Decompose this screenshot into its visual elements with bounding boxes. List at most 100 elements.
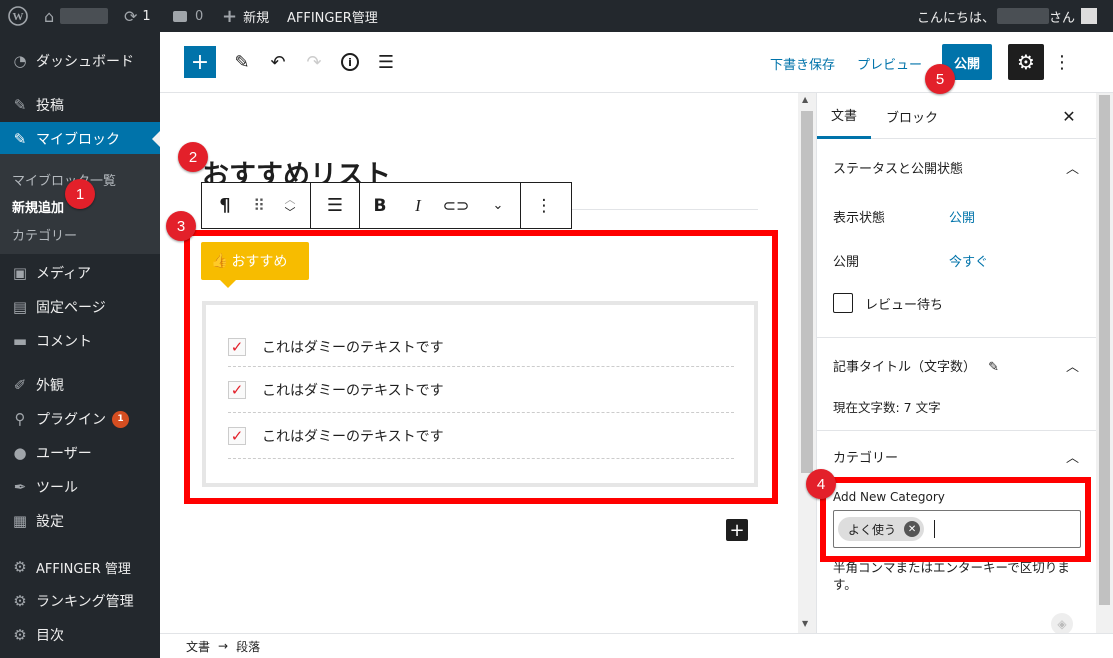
tools-button[interactable]: ✎ bbox=[226, 46, 258, 78]
drag-handle[interactable]: ⠿ bbox=[248, 196, 270, 215]
user-icon: ● bbox=[13, 444, 27, 462]
scroll-down-arrow[interactable]: ▼ bbox=[802, 619, 808, 628]
breadcrumb-arrow: → bbox=[218, 639, 229, 653]
comment-icon: ▬ bbox=[12, 332, 28, 350]
wordpress-logo-icon[interactable]: W bbox=[8, 0, 28, 32]
settings-toggle-button[interactable]: ⚙ bbox=[1008, 44, 1044, 80]
editor-toolbar: + ✎ ↶ ↷ i ☰ 下書き保存 プレビュー 公開 ⚙ ⋮ bbox=[160, 32, 1113, 93]
chevron-up-icon: ︿ bbox=[1065, 450, 1079, 466]
menu-label: ランキング管理 bbox=[36, 594, 134, 610]
menu-appearance[interactable]: ✐ 外観 bbox=[0, 368, 160, 402]
menu-label: 外観 bbox=[36, 378, 64, 394]
category-help-text: 半角コンマまたはエンターキーで区切ります。 bbox=[833, 560, 1070, 592]
plus-icon: + bbox=[729, 519, 745, 541]
updates-icon: ⟳ bbox=[124, 6, 138, 26]
dashboard-icon: ◔ bbox=[13, 52, 27, 70]
outline-button[interactable]: ☰ bbox=[370, 46, 402, 78]
more-formats-button[interactable]: ⌄ bbox=[476, 198, 520, 213]
redo-button[interactable]: ↷ bbox=[298, 46, 330, 78]
chevron-up-icon: ︿ bbox=[1065, 359, 1079, 375]
submenu-myblock-list[interactable]: マイブロック一覧 bbox=[12, 170, 116, 189]
menu-pages[interactable]: ▤ 固定ページ bbox=[0, 290, 160, 324]
menu-comments[interactable]: ▬ コメント bbox=[0, 324, 160, 358]
visibility-value-link[interactable]: 公開 bbox=[949, 207, 975, 226]
media-icon: ▣ bbox=[12, 264, 28, 282]
editor-scrollbar[interactable]: ▲ ▼ bbox=[798, 93, 816, 633]
pin-icon: ✎ bbox=[13, 130, 27, 148]
status-panel-toggle[interactable]: ステータスと公開状態 ︿ bbox=[817, 139, 1096, 195]
breadcrumb-paragraph[interactable]: 段落 bbox=[236, 638, 260, 655]
breadcrumb-document[interactable]: 文書 bbox=[186, 638, 210, 655]
category-panel-title: カテゴリー bbox=[833, 450, 899, 466]
undo-button[interactable]: ↶ bbox=[262, 46, 294, 78]
menu-toc[interactable]: ⚙ 目次 bbox=[0, 618, 160, 652]
close-settings-button[interactable]: ✕ bbox=[1057, 104, 1081, 128]
pending-review-row[interactable]: レビュー待ち bbox=[833, 293, 943, 313]
menu-ranking[interactable]: ⚙ ランキング管理 bbox=[0, 584, 160, 618]
italic-icon: I bbox=[415, 195, 421, 215]
menu-plugins[interactable]: ⚲ プラグイン 1 bbox=[0, 402, 160, 436]
scrollbar-thumb[interactable] bbox=[1099, 95, 1110, 605]
italic-button[interactable]: I bbox=[400, 196, 436, 216]
details-button[interactable]: i bbox=[334, 46, 366, 78]
menu-dashboard[interactable]: ◔ ダッシュボード bbox=[0, 44, 160, 78]
affinger-admin-link[interactable]: AFFINGER管理 bbox=[287, 0, 378, 32]
bold-button[interactable]: B bbox=[360, 196, 400, 216]
add-block-button[interactable]: + bbox=[184, 46, 216, 78]
menu-posts[interactable]: ✎ 投稿 bbox=[0, 88, 160, 122]
pending-review-checkbox[interactable] bbox=[833, 293, 853, 313]
comments-link[interactable]: 0 bbox=[173, 0, 203, 32]
menu-tools[interactable]: ✒ ツール bbox=[0, 470, 160, 504]
updates-count: 1 bbox=[142, 8, 151, 24]
menu-media[interactable]: ▣ メディア bbox=[0, 256, 160, 290]
account-link[interactable]: こんにちは、 さん bbox=[917, 0, 1098, 32]
title-panel-toggle[interactable]: 記事タイトル（文字数） ✎ ︿ bbox=[817, 337, 1096, 393]
scroll-corner-icon: ◈ bbox=[1051, 613, 1073, 633]
redo-icon: ↷ bbox=[306, 51, 322, 73]
comment-bubble-icon bbox=[173, 10, 187, 22]
move-up-icon[interactable]: ︿ bbox=[270, 193, 310, 206]
more-menu-button[interactable]: ⋮ bbox=[1046, 46, 1078, 78]
appearance-icon: ✐ bbox=[13, 376, 27, 394]
scrollbar-thumb[interactable] bbox=[801, 111, 813, 473]
tab-block[interactable]: ブロック bbox=[879, 93, 945, 139]
pencil-icon: ✎ bbox=[988, 359, 1000, 375]
plus-icon: + bbox=[190, 49, 210, 75]
link-icon: ⊂⊃ bbox=[442, 196, 470, 215]
inline-add-block-button[interactable]: + bbox=[726, 519, 748, 541]
char-count-text: 現在文字数: 7 文字 bbox=[833, 400, 941, 415]
move-buttons[interactable]: ︿ ﹀ bbox=[270, 193, 310, 219]
new-content-link[interactable]: + 新規 bbox=[222, 0, 269, 32]
move-down-icon[interactable]: ﹀ bbox=[270, 206, 310, 219]
menu-affinger[interactable]: ⚙ AFFINGER 管理 bbox=[0, 550, 160, 584]
paragraph-block-button[interactable]: ¶ bbox=[202, 195, 248, 216]
settings-icon: ▦ bbox=[12, 512, 28, 530]
preview-button[interactable]: プレビュー bbox=[857, 54, 922, 73]
block-options-button[interactable]: ⋮ bbox=[521, 196, 567, 216]
align-button[interactable]: ☰ bbox=[311, 195, 359, 216]
publish-date-link[interactable]: 今すぐ bbox=[949, 251, 988, 270]
greeting-suffix: さん bbox=[1049, 10, 1076, 26]
more-vertical-icon: ⋮ bbox=[535, 195, 553, 216]
submenu-category[interactable]: カテゴリー bbox=[12, 225, 77, 244]
visibility-label: 表示状態 bbox=[833, 211, 886, 226]
scroll-up-arrow[interactable]: ▲ bbox=[802, 95, 808, 104]
settings-scrollbar[interactable] bbox=[1096, 93, 1113, 633]
title-panel-heading: 記事タイトル（文字数） ✎ bbox=[833, 356, 999, 375]
menu-myblock[interactable]: ✎ マイブロック bbox=[0, 122, 160, 156]
link-button[interactable]: ⊂⊃ bbox=[436, 196, 476, 215]
status-panel-title: ステータスと公開状態 bbox=[833, 161, 964, 177]
category-panel-toggle[interactable]: カテゴリー ︿ bbox=[817, 428, 1096, 484]
updates-link[interactable]: ⟳ 1 bbox=[124, 0, 151, 32]
site-name-link[interactable]: ⌂ bbox=[44, 0, 109, 32]
highlight-box-list bbox=[184, 230, 778, 504]
tab-document[interactable]: 文書 bbox=[817, 93, 871, 139]
save-draft-button[interactable]: 下書き保存 bbox=[770, 54, 835, 73]
menu-label: ユーザー bbox=[36, 446, 92, 462]
publish-label: 公開 bbox=[953, 56, 980, 72]
menu-users[interactable]: ● ユーザー bbox=[0, 436, 160, 470]
submenu-add-new[interactable]: 新規追加 bbox=[12, 197, 64, 216]
visibility-row: 表示状態 公開 bbox=[833, 207, 1083, 226]
menu-settings[interactable]: ▦ 設定 bbox=[0, 504, 160, 538]
admin-sidebar: ◔ ダッシュボード ✎ 投稿 ✎ マイブロック マイブロック一覧 新規追加 カテゴリー… bbox=[0, 32, 160, 658]
